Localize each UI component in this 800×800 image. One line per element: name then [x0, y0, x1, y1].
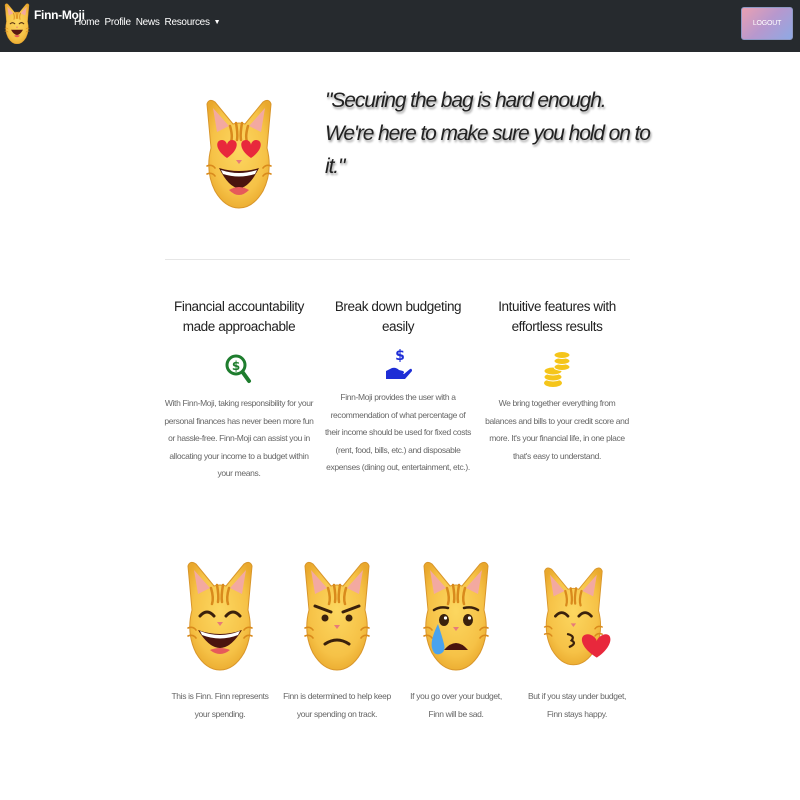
nav-resources-label: Resources — [164, 17, 210, 28]
cat-logo-icon — [4, 3, 30, 44]
crying-cat-icon — [422, 561, 490, 672]
brand[interactable]: Finn-Moji — [2, 2, 85, 44]
coin-stack-icon — [543, 351, 571, 387]
nav-home-link[interactable]: Home — [74, 17, 100, 28]
nav-news-link[interactable]: News — [136, 17, 160, 28]
navbar: Finn-Moji Home Profile News Resources ▼ L… — [0, 0, 800, 52]
hand-holding-money-icon: $ — [386, 348, 412, 379]
kissing-cat-icon — [543, 566, 611, 666]
nav-profile-link[interactable]: Profile — [104, 17, 131, 28]
logout-button[interactable]: LOGOUT — [741, 7, 793, 40]
heart-eyes-cat-icon — [205, 99, 273, 210]
section-divider — [165, 259, 630, 260]
cat-caption-determined: Finn is determined to help keep your spe… — [283, 691, 391, 719]
nav-resources-dropdown[interactable]: Resources ▼ — [165, 17, 221, 28]
cat-caption-kissing: But if you stay under budget, Finn stays… — [527, 691, 627, 719]
grinning-cat-icon — [186, 561, 254, 672]
hero-quote: "Securing the bag is hard enough. We're … — [325, 89, 651, 178]
cat-caption-crying: If you go over your budget, Finn will be… — [410, 691, 502, 719]
svg-text:$: $ — [232, 359, 240, 373]
feature-title: Financial accountability made approachab… — [174, 299, 304, 334]
feature-description: With Finn-Moji, taking responsibility fo… — [164, 398, 314, 478]
cat-caption-grinning: This is Finn. Finn represents your spend… — [171, 691, 269, 719]
feature-title: Intuitive features with effortless resul… — [498, 299, 616, 334]
determined-cat-icon — [303, 561, 371, 672]
money-magnifier-icon: $ — [225, 354, 251, 383]
feature-description: We bring together everything from balanc… — [485, 398, 629, 461]
nav-links: Home Profile News Resources ▼ — [74, 17, 221, 28]
feature-budgeting: Break down budgeting easily $ Finn-Moji … — [323, 297, 473, 477]
feature-description: Finn-Moji provides the user with a recom… — [324, 392, 472, 472]
feature-accountability: Financial accountability made approachab… — [164, 297, 314, 483]
svg-text:$: $ — [395, 348, 405, 364]
feature-intuitive: Intuitive features with effortless resul… — [482, 297, 632, 465]
feature-title: Break down budgeting easily — [334, 299, 462, 334]
caret-down-icon: ▼ — [213, 19, 221, 26]
